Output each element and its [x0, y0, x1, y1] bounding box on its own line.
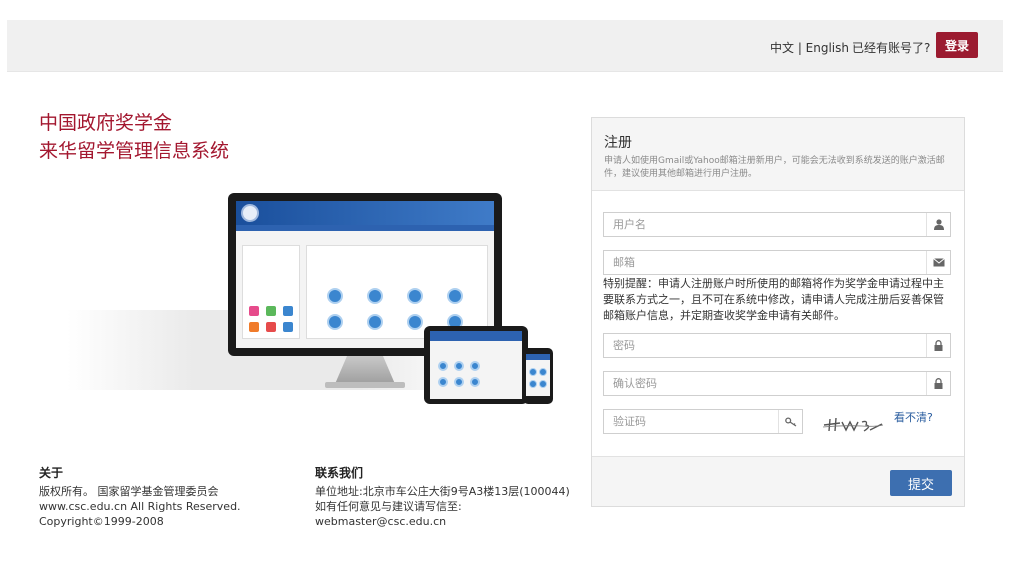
app-tile-icon: [283, 322, 293, 332]
lock-icon: [926, 372, 950, 395]
about-heading: 关于: [39, 466, 64, 480]
page: 中文 | English 已经有账号了? 登录 中国政府奖学金 来华留学管理信息…: [7, 20, 1003, 574]
language-switch[interactable]: 中文 | English: [770, 39, 849, 56]
screen-left-column: [242, 245, 300, 339]
site-title-line1: 中国政府奖学金: [39, 112, 173, 134]
screen-circle-icon: [407, 288, 423, 304]
login-button[interactable]: 登录: [936, 32, 978, 58]
contact-heading: 联系我们: [315, 466, 364, 480]
app-tile-icon: [283, 306, 293, 316]
password-field: [603, 333, 951, 358]
captcha-field: [603, 409, 803, 434]
screen-header: [236, 201, 494, 225]
tablet-image: [424, 326, 528, 404]
submit-button[interactable]: 提交: [890, 470, 952, 496]
key-icon: [778, 410, 802, 433]
screen-circle-icon: [367, 314, 383, 330]
envelope-icon: [926, 251, 950, 274]
tablet-circle-icon: [438, 377, 448, 387]
captcha-input[interactable]: [604, 410, 780, 433]
tablet-circle-icon: [454, 377, 464, 387]
screen-circle-icon: [367, 288, 383, 304]
has-account-text: 已经有账号了?: [852, 41, 931, 55]
screen-circle-icon: [327, 288, 343, 304]
site-title-line2: 来华留学管理信息系统: [39, 140, 230, 162]
screen-circle-icon: [327, 314, 343, 330]
register-panel-header: 注册 申请人如使用Gmail或Yahoo邮箱注册新用户，可能会无法收到系统发送的…: [592, 118, 964, 191]
register-title: 注册: [604, 135, 632, 151]
register-note: 申请人如使用Gmail或Yahoo邮箱注册新用户，可能会无法收到系统发送的账户激…: [604, 156, 945, 179]
phone-screen: [526, 354, 550, 396]
devices-illustration: [7, 180, 567, 420]
tablet-circle-icon: [454, 361, 464, 371]
username-input[interactable]: [604, 213, 928, 236]
phone-circle-icon: [529, 368, 537, 376]
tablet-circle-icon: [438, 361, 448, 371]
top-bar: 中文 | English 已经有账号了? 登录: [7, 20, 1003, 72]
app-tile-icon: [266, 306, 276, 316]
password-input[interactable]: [604, 334, 928, 357]
tablet-header: [430, 331, 522, 341]
phone-circle-icon: [539, 380, 547, 388]
email-input[interactable]: [604, 251, 928, 274]
contact-line: 如有任何意见与建议请写信至:: [315, 500, 462, 513]
tablet-screen: [430, 331, 522, 399]
about-line: Copyright©1999-2008: [39, 515, 164, 528]
monitor-base: [325, 382, 405, 388]
confirm-password-field: [603, 371, 951, 396]
email-hint: 特别提醒：申请人注册账户时所使用的邮箱将作为奖学金申请过程中主要联系方式之一，且…: [603, 277, 944, 322]
phone-circle-icon: [529, 380, 537, 388]
confirm-password-input[interactable]: [604, 372, 928, 395]
app-tile-icon: [249, 322, 259, 332]
captcha-image: [822, 417, 884, 432]
lock-icon: [926, 334, 950, 357]
username-field: [603, 212, 951, 237]
app-tile-icon: [266, 322, 276, 332]
about-line: 版权所有。 国家留学基金管理委员会: [39, 485, 219, 498]
app-tile-icon: [249, 306, 259, 316]
register-panel: 注册 申请人如使用Gmail或Yahoo邮箱注册新用户，可能会无法收到系统发送的…: [591, 117, 965, 507]
user-icon: [926, 213, 950, 236]
tablet-circle-icon: [470, 361, 480, 371]
screen-right-column: [306, 245, 488, 339]
phone-circle-icon: [539, 368, 547, 376]
register-panel-footer: 提交: [592, 456, 964, 506]
email-field: [603, 250, 951, 275]
phone-header: [526, 354, 550, 360]
screen-circle-icon: [407, 314, 423, 330]
screen-logo-icon: [241, 204, 259, 222]
contact-address: 单位地址:北京市车公庄大街9号A3楼13层(100044): [315, 485, 570, 498]
contact-email-link[interactable]: webmaster@csc.edu.cn: [315, 515, 446, 529]
tablet-circle-icon: [470, 377, 480, 387]
phone-image: [523, 348, 553, 404]
about-line: www.csc.edu.cn All Rights Reserved.: [39, 500, 241, 513]
screen-circle-icon: [447, 288, 463, 304]
captcha-refresh-link[interactable]: 看不清?: [894, 409, 933, 425]
